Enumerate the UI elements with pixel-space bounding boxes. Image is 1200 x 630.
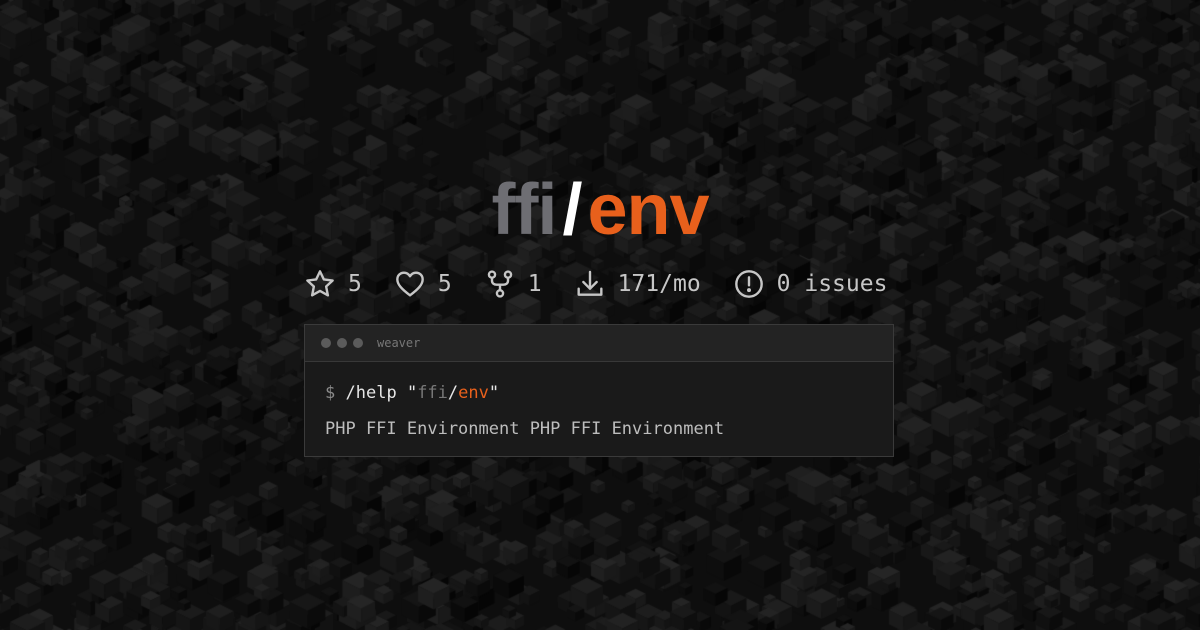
terminal-output: PHP FFI Environment PHP FFI Environment xyxy=(325,419,725,439)
window-dot-icon xyxy=(321,338,331,348)
terminal-arg-slash: / xyxy=(447,383,459,403)
stat-forks: 1 xyxy=(484,268,542,300)
window-dot-icon xyxy=(353,338,363,348)
star-icon xyxy=(306,270,334,297)
terminal-quote-open: " xyxy=(406,383,418,403)
forks-count: 1 xyxy=(527,271,542,297)
downloads-count: 171/mo xyxy=(617,271,701,297)
terminal-window: weaver $ /help "ffi/env" PHP FFI Environ… xyxy=(304,324,894,457)
terminal-quote-close: " xyxy=(488,383,500,403)
terminal-body: $ /help "ffi/env" PHP FFI Environment PH… xyxy=(305,362,893,442)
page-title: ffi/env xyxy=(0,170,1200,250)
terminal-title: weaver xyxy=(377,336,421,350)
background-cube-pattern xyxy=(0,0,1200,630)
issues-count: 0 issues xyxy=(776,271,888,297)
stats-bar: 5 5 1 171/mo 0 issues xyxy=(304,262,887,306)
stat-stars: 5 xyxy=(304,268,362,300)
terminal-arg-package: env xyxy=(458,383,489,403)
terminal-command: /help xyxy=(345,383,397,403)
terminal-title-bar: weaver xyxy=(305,325,893,362)
terminal-prompt: $ xyxy=(325,383,336,403)
stat-issues: 0 issues xyxy=(733,268,888,300)
title-slash: / xyxy=(562,170,582,250)
heart-icon xyxy=(395,271,424,297)
favers-count: 5 xyxy=(437,271,452,297)
fork-icon xyxy=(487,270,512,298)
title-vendor: ffi xyxy=(491,170,557,250)
window-dot-icon xyxy=(337,338,347,348)
terminal-command-line: $ /help "ffi/env" xyxy=(325,380,873,406)
stat-favers: 5 xyxy=(394,268,452,300)
issue-icon xyxy=(734,270,763,298)
title-package: env xyxy=(587,170,709,250)
stat-downloads: 171/mo xyxy=(574,268,701,300)
stars-count: 5 xyxy=(348,271,362,297)
terminal-arg-vendor: ffi xyxy=(417,383,448,403)
download-icon xyxy=(577,270,603,296)
